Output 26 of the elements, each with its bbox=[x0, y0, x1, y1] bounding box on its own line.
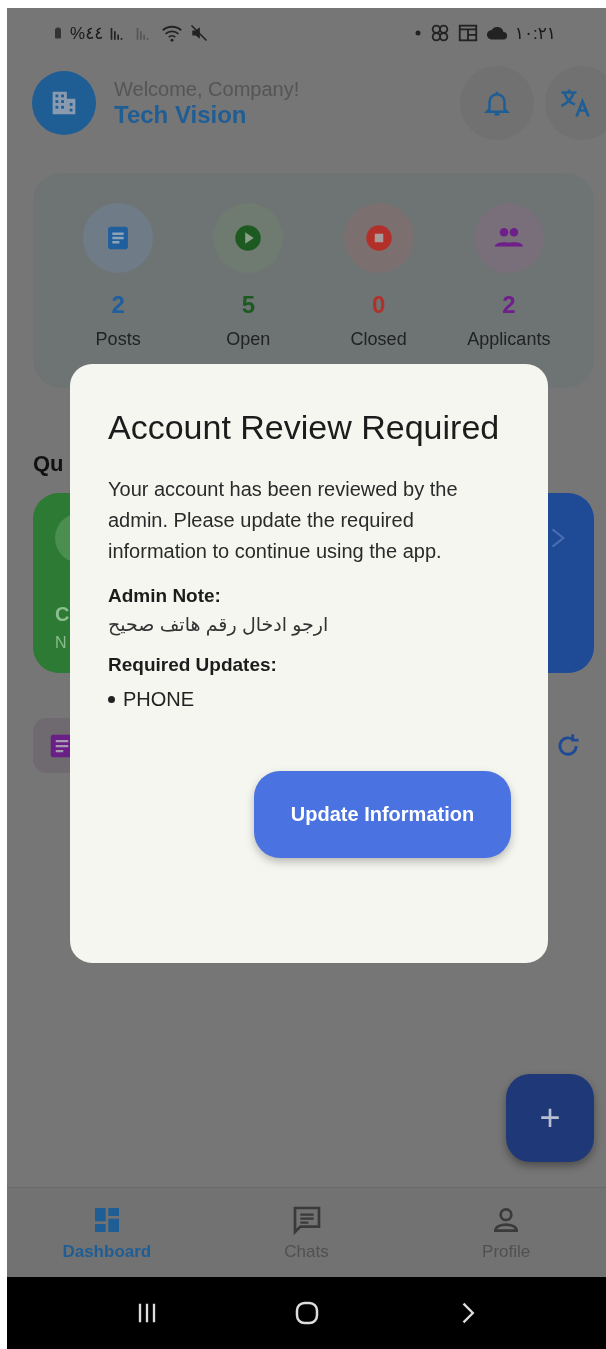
add-button[interactable]: + bbox=[506, 1074, 594, 1162]
stat-value: 2 bbox=[502, 291, 516, 319]
battery-percent: %٤٤ bbox=[70, 22, 104, 44]
section-heading: Qu bbox=[33, 451, 65, 477]
card-subtitle: N bbox=[55, 634, 67, 652]
updates-label: Required Updates: bbox=[108, 654, 278, 676]
nav-tab[interactable]: Dashboard bbox=[7, 1188, 207, 1277]
stat-label: Open bbox=[226, 329, 271, 350]
stat-label: Closed bbox=[350, 329, 407, 350]
company-name: Tech Vision bbox=[114, 100, 248, 129]
card-title: C bbox=[55, 603, 70, 626]
mute-icon bbox=[189, 23, 210, 43]
status-time: ١٠:٢١ bbox=[514, 22, 556, 44]
calendar-icon bbox=[456, 22, 479, 44]
admin-note: ارجو ادخال رقم هاتف صحيح bbox=[108, 613, 329, 636]
update-information-button[interactable]: Update Information bbox=[254, 771, 511, 858]
stat-value: 0 bbox=[371, 291, 386, 319]
note-label: Admin Note: bbox=[108, 585, 222, 607]
bullet-icon bbox=[108, 696, 115, 703]
stat-label: Applicants bbox=[467, 329, 551, 350]
dialog-title: Account Review Required bbox=[108, 407, 501, 448]
update-item: PHONE bbox=[123, 688, 195, 711]
stat-value: 2 bbox=[111, 291, 125, 319]
dialog-message: Your account has been reviewed by the admin. Please update the required information to continue using the app. bbox=[108, 477, 459, 564]
stat-label: Posts bbox=[95, 329, 141, 350]
stat-value: 5 bbox=[241, 291, 256, 319]
